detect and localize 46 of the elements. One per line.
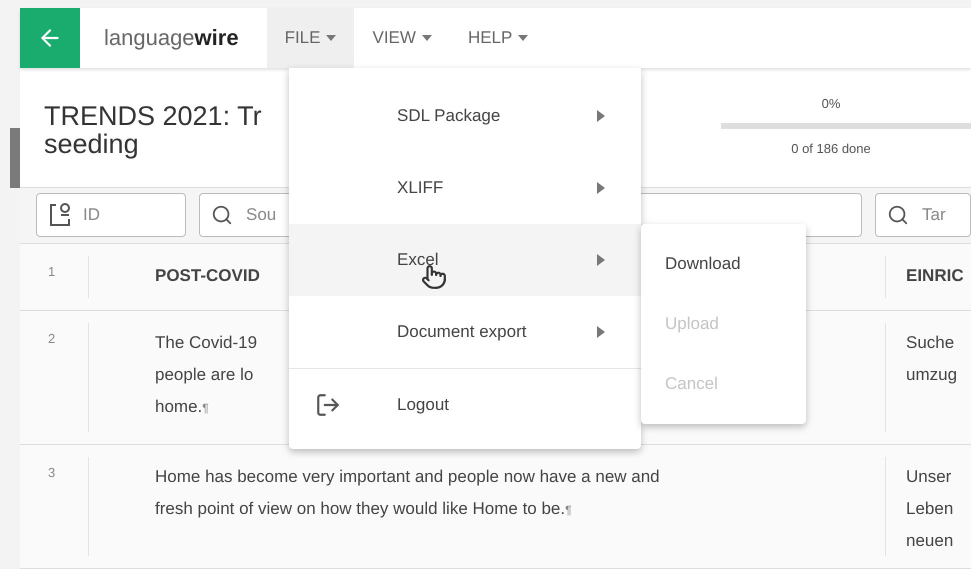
caret-icon	[422, 34, 432, 41]
target-text: EINRIC	[906, 265, 964, 288]
row-number: 2	[47, 330, 56, 346]
row-number: 3	[47, 464, 56, 480]
filter-field[interactable]: ID	[36, 193, 186, 238]
caret-icon	[326, 34, 336, 41]
submenu-arrow-icon	[597, 110, 605, 122]
submenu-arrow-icon	[597, 326, 605, 338]
source-text: The Covid-19	[155, 332, 258, 354]
submenu-arrow-icon	[597, 254, 605, 266]
submenu-item[interactable]: Download	[641, 234, 806, 294]
menu-item[interactable]: XLIFF	[289, 152, 641, 224]
progress-percent: 0%	[822, 96, 840, 111]
search-icon	[211, 204, 233, 226]
document-title: TRENDS 2021: Tr	[44, 102, 263, 130]
source-text: POST-COVID	[155, 265, 260, 288]
menu-item[interactable]: Logout	[289, 368, 641, 441]
menu-item[interactable]: Document export	[289, 296, 641, 368]
scrollbar-thumb	[10, 128, 20, 188]
back-button[interactable]	[20, 8, 80, 68]
filter-field[interactable]: Tar	[875, 193, 971, 238]
source-text: Home has become very important and people now have a new and	[155, 466, 660, 488]
target-text: Leben	[906, 498, 954, 520]
target-text: Unser	[906, 466, 952, 488]
target-text: Suche	[906, 332, 954, 354]
menu-button[interactable]: FILE	[266, 8, 354, 68]
submenu-arrow-icon	[597, 182, 605, 194]
progress-count: 0 of 186 done	[791, 140, 871, 156]
caret-icon	[518, 34, 528, 41]
source-text: people are lo	[155, 364, 254, 386]
menu-item[interactable]: Excel	[289, 224, 641, 296]
paragraph-mark: ¶	[565, 503, 572, 517]
document-title: seeding	[44, 130, 140, 158]
menu-item[interactable]: SDL Package	[289, 80, 641, 152]
paragraph-mark: ¶	[202, 400, 209, 415]
logout-icon	[315, 392, 341, 418]
menu-button[interactable]: HELP	[450, 8, 546, 68]
search-icon	[887, 204, 909, 226]
target-text: neuen	[906, 530, 954, 552]
target-text: umzug	[906, 364, 958, 386]
menu-button[interactable]: VIEW	[354, 8, 450, 68]
row-number: 1	[47, 263, 56, 280]
source-text: fresh point of view on how they would like Home to be.¶	[155, 498, 572, 520]
logo: languagewire	[104, 24, 239, 51]
hand-cursor-icon	[421, 264, 447, 290]
source-text: home.¶	[155, 396, 209, 418]
